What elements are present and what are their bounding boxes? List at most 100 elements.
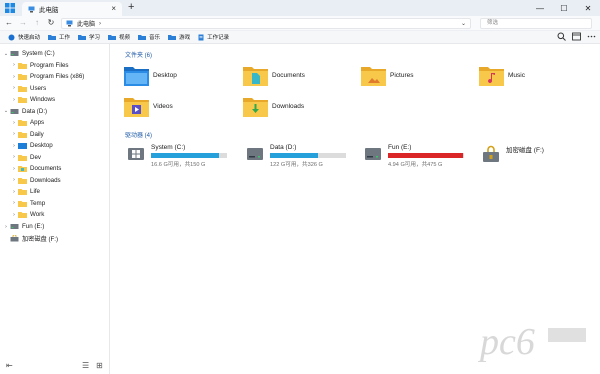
folder-downloads[interactable]: Downloads (243, 93, 353, 119)
back-button[interactable]: ← (4, 18, 14, 27)
close-tab-icon[interactable]: × (111, 4, 116, 13)
quick-item-games[interactable]: 游戏 (168, 33, 190, 41)
drive-fun-e[interactable]: Fun (E:) 4.94 G可用，共475 G (364, 143, 474, 171)
chevron-right-icon[interactable]: › (10, 62, 18, 68)
folder-icon (18, 97, 27, 103)
tree-item-dev[interactable]: › Dev (10, 152, 41, 163)
navigation-pane: ⌄ System (C:) › Program Files › Program … (0, 44, 110, 374)
drives-section-header[interactable]: 驱动器 (4) (125, 130, 152, 139)
quick-item-work[interactable]: 工作 (48, 33, 70, 41)
tree-item-users[interactable]: › Users (10, 83, 46, 94)
folder-name: Videos (153, 102, 173, 110)
tree-item-program-files-x86[interactable]: › Program Files (x86) (10, 71, 84, 82)
tab-this-pc[interactable]: 此电脑 × (22, 2, 122, 16)
list-view-icon[interactable]: ☰ (82, 361, 89, 370)
chevron-right-icon[interactable]: › (10, 154, 18, 160)
tree-item-program-files[interactable]: › Program Files (10, 60, 69, 71)
folder-icon (18, 200, 27, 207)
chevron-right-icon[interactable]: › (10, 189, 18, 195)
quick-item-video[interactable]: 视频 (108, 33, 130, 41)
quick-item-quick-launch[interactable]: 快速启动 (8, 33, 40, 41)
music-folder-icon (479, 66, 504, 86)
tree-item-daily[interactable]: › Daily (10, 129, 44, 140)
document-icon (198, 34, 204, 40)
chevron-down-icon[interactable]: ⌄ (461, 20, 466, 27)
folder-videos[interactable]: Videos (124, 93, 234, 119)
chevron-right-icon[interactable]: › (10, 166, 18, 172)
breadcrumb-this-pc[interactable]: 此电脑 (77, 19, 95, 28)
folders-section-header[interactable]: 文件夹 (6) (125, 50, 152, 59)
app-icon[interactable] (4, 2, 16, 14)
filter-input[interactable]: 筛选 (480, 18, 592, 29)
chevron-right-icon[interactable]: › (2, 224, 10, 230)
tree-item-desktop[interactable]: › Desktop (10, 140, 53, 151)
chevron-right-icon[interactable]: › (10, 85, 18, 91)
tree-item-system-c[interactable]: ⌄ System (C:) (2, 48, 55, 59)
tree-item-apps[interactable]: › Apps (10, 117, 44, 128)
tree-item-label: System (C:) (22, 50, 55, 57)
more-options-icon[interactable] (587, 32, 596, 41)
chevron-right-icon[interactable]: › (10, 97, 18, 103)
chevron-right-icon[interactable]: › (10, 143, 18, 149)
up-button[interactable]: ↑ (32, 18, 42, 27)
folder-icon (18, 131, 27, 138)
tree-item-label: Work (30, 211, 45, 218)
breadcrumb-chevron-icon[interactable]: › (99, 21, 101, 27)
quick-item-study[interactable]: 学习 (78, 33, 100, 41)
tree-item-label: Apps (30, 119, 45, 126)
chevron-right-icon[interactable]: › (10, 131, 18, 137)
chevron-down-icon[interactable]: ⌄ (2, 51, 10, 57)
tree-item-encrypted-f[interactable]: 加密磁盘 (F:) (2, 233, 58, 244)
desktop-folder-icon (124, 66, 149, 86)
collapse-all-icon[interactable]: ⇤ (6, 361, 13, 370)
drive-data-d[interactable]: Data (D:) 122 G可用，共326 G (246, 143, 356, 171)
tree-item-fun-e[interactable]: › Fun (E:) (2, 221, 44, 232)
tab-title: 此电脑 (39, 7, 59, 14)
forward-button[interactable]: → (18, 18, 28, 27)
folder-icon (18, 154, 27, 161)
tree-item-label: Dev (30, 153, 42, 161)
path-field[interactable]: 此电脑 › ⌄ (61, 18, 471, 29)
folder-icon (18, 62, 27, 69)
computer-icon (28, 6, 35, 12)
maximize-button[interactable]: ☐ (552, 0, 576, 16)
chevron-right-icon[interactable]: › (10, 177, 18, 183)
quick-item-label: 游戏 (179, 35, 191, 41)
svg-text:pc6: pc6 (478, 321, 535, 363)
close-window-button[interactable]: ✕ (576, 0, 600, 16)
chevron-right-icon[interactable]: › (10, 74, 18, 80)
quick-item-music[interactable]: 音乐 (138, 33, 160, 41)
tree-item-work[interactable]: › Work (10, 209, 44, 220)
chevron-right-icon[interactable]: › (10, 200, 18, 206)
address-bar: ← → ↑ ↻ 此电脑 › ⌄ 筛选 (0, 16, 600, 31)
folder-documents[interactable]: Documents (243, 62, 353, 88)
folder-icon (18, 177, 27, 184)
tree-item-data-d[interactable]: ⌄ Data (D:) (2, 106, 47, 117)
tree-item-downloads[interactable]: › Downloads (10, 175, 61, 186)
chevron-right-icon[interactable]: › (10, 120, 18, 126)
tree-item-temp[interactable]: › Temp (10, 198, 45, 209)
folder-desktop[interactable]: Desktop (124, 62, 234, 88)
new-tab-button[interactable]: + (128, 1, 134, 13)
locked-drive-icon (483, 145, 499, 162)
tree-item-documents[interactable]: › Documents (10, 163, 61, 174)
tree-item-windows[interactable]: › Windows (10, 94, 55, 105)
drive-system-c[interactable]: System (C:) 16.6 G可用，共150 G (127, 143, 237, 171)
drive-usage-fill (388, 153, 464, 158)
folder-pictures[interactable]: Pictures (361, 62, 471, 88)
quick-item-work-log[interactable]: 工作记录 (198, 33, 229, 41)
tree-view-icon[interactable]: ⊞ (96, 361, 103, 370)
documents-folder-icon (18, 166, 27, 172)
chevron-right-icon[interactable]: › (10, 212, 18, 218)
drive-encrypted-f[interactable]: 加密磁盘 (F:) (482, 143, 592, 171)
chevron-down-icon[interactable]: ⌄ (2, 108, 10, 114)
preview-pane-icon[interactable] (572, 32, 581, 41)
tree-item-life[interactable]: › Life (10, 186, 40, 197)
search-icon[interactable] (557, 32, 566, 41)
star-icon (8, 34, 15, 40)
computer-icon (66, 20, 73, 27)
quick-access-bar: 快速启动 工作 学习 视频 音乐 游戏 工作记录 (0, 31, 600, 44)
refresh-button[interactable]: ↻ (46, 18, 56, 27)
minimize-button[interactable]: — (528, 0, 552, 16)
folder-music[interactable]: Music (479, 62, 589, 88)
